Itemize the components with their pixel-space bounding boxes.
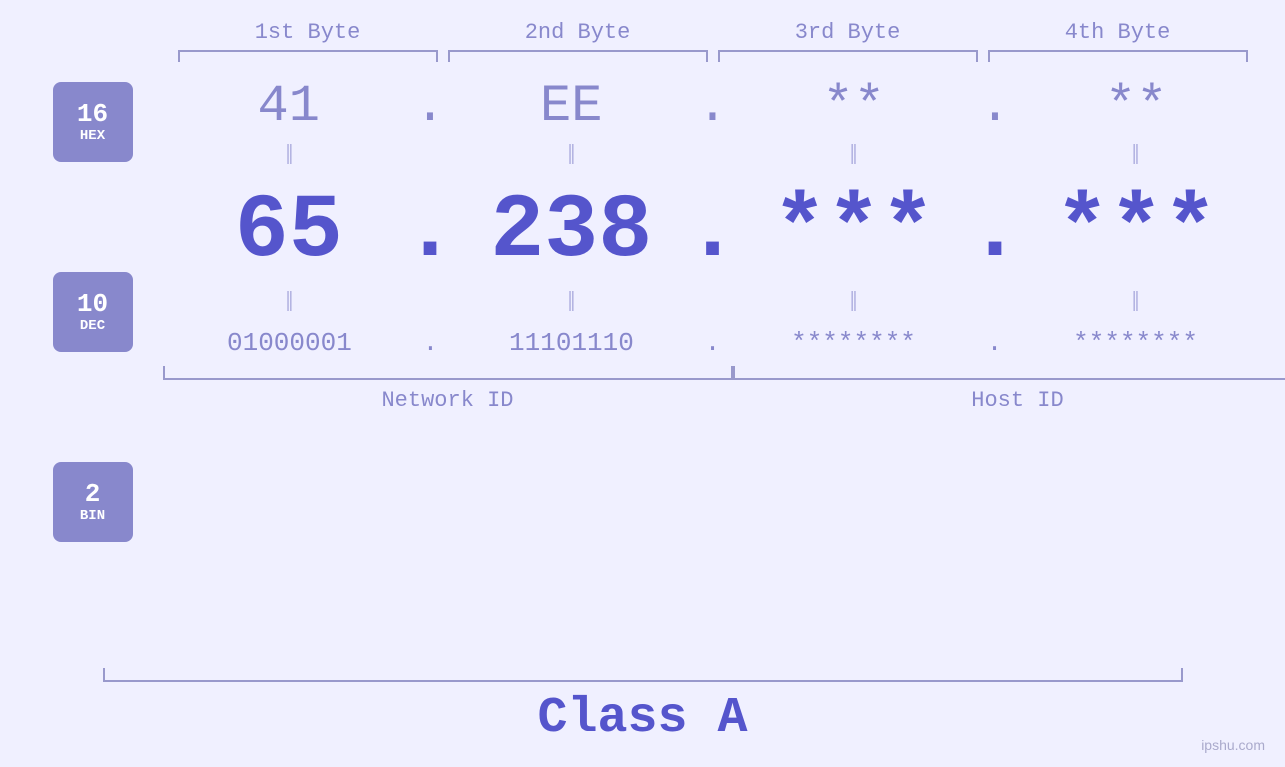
network-id-bracket bbox=[163, 366, 733, 380]
hex-val1: 41 bbox=[258, 77, 320, 136]
hex-badge-number: 16 bbox=[77, 100, 108, 129]
bracket-byte3 bbox=[713, 50, 983, 62]
dec-cell-4: *** bbox=[1010, 181, 1263, 283]
bracket-byte1 bbox=[173, 50, 443, 62]
byte-headers-row: 1st Byte 2nd Byte 3rd Byte 4th Byte bbox=[0, 0, 1285, 45]
hex-values-row: 41 . EE . ** . ** bbox=[163, 77, 1263, 136]
dec-cell-3: *** bbox=[728, 181, 981, 283]
bin-badge-number: 2 bbox=[85, 480, 101, 509]
hex-cell-3: ** bbox=[728, 77, 981, 136]
hex-badge: 16 HEX bbox=[53, 82, 133, 162]
bottom-brackets: Network ID Host ID bbox=[163, 366, 1263, 413]
values-grid: 41 . EE . ** . ** bbox=[163, 72, 1263, 542]
bin-badge-label: BIN bbox=[80, 508, 105, 524]
byte3-header: 3rd Byte bbox=[713, 20, 983, 45]
hex-val4: ** bbox=[1105, 77, 1167, 136]
dec-badge: 10 DEC bbox=[53, 272, 133, 352]
equals-row-2: ‖ ‖ ‖ ‖ bbox=[163, 283, 1263, 323]
dec-val1: 65 bbox=[235, 181, 343, 283]
class-bracket bbox=[103, 668, 1183, 682]
bin-val1: 01000001 bbox=[227, 328, 352, 358]
host-id-label: Host ID bbox=[971, 388, 1063, 413]
top-brackets-row bbox=[0, 50, 1285, 62]
dec-val3: *** bbox=[773, 181, 935, 283]
dec-badge-number: 10 bbox=[77, 290, 108, 319]
dec-dot-1: . bbox=[415, 181, 445, 283]
dec-values-row: 65 . 238 . *** . *** bbox=[163, 181, 1263, 283]
class-section: Class A bbox=[0, 668, 1285, 747]
byte2-header: 2nd Byte bbox=[443, 20, 713, 45]
host-id-bracket bbox=[733, 366, 1285, 380]
host-id-section: Host ID bbox=[733, 366, 1285, 413]
watermark-text: ipshu.com bbox=[1201, 737, 1265, 753]
bin-val4: ******** bbox=[1073, 328, 1198, 358]
hex-val3: ** bbox=[823, 77, 885, 136]
equals-row-1: ‖ ‖ ‖ ‖ bbox=[163, 136, 1263, 176]
byte4-header: 4th Byte bbox=[983, 20, 1253, 45]
hex-dot-1: . bbox=[415, 77, 445, 136]
network-id-section: Network ID bbox=[163, 366, 733, 413]
dec-cell-2: 238 bbox=[445, 181, 698, 283]
bin-cell-2: 11101110 bbox=[445, 328, 699, 358]
bin-values-row: 01000001 . 11101110 . ******** . bbox=[163, 328, 1263, 358]
class-label: Class A bbox=[537, 690, 747, 747]
hex-dot-3: . bbox=[980, 77, 1010, 136]
bin-dot-2: . bbox=[698, 328, 726, 358]
bracket-byte4 bbox=[983, 50, 1253, 62]
bin-cell-3: ******** bbox=[727, 328, 981, 358]
main-container: 1st Byte 2nd Byte 3rd Byte 4th Byte 16 H… bbox=[0, 0, 1285, 767]
bin-val3: ******** bbox=[791, 328, 916, 358]
hex-dot-2: . bbox=[698, 77, 728, 136]
hex-val2: EE bbox=[540, 77, 602, 136]
badges-column: 16 HEX 10 DEC 2 BIN bbox=[23, 72, 163, 542]
dec-dot-2: . bbox=[698, 181, 728, 283]
dec-val2: 238 bbox=[490, 181, 652, 283]
byte1-header: 1st Byte bbox=[173, 20, 443, 45]
bin-dot-1: . bbox=[416, 328, 444, 358]
network-id-label: Network ID bbox=[381, 388, 513, 413]
dec-cell-1: 65 bbox=[163, 181, 416, 283]
bin-val2: 11101110 bbox=[509, 328, 634, 358]
dec-dot-3: . bbox=[980, 181, 1010, 283]
bin-badge: 2 BIN bbox=[53, 462, 133, 542]
hex-cell-1: 41 bbox=[163, 77, 416, 136]
watermark: ipshu.com bbox=[1201, 737, 1265, 755]
bin-cell-1: 01000001 bbox=[163, 328, 417, 358]
bin-cell-4: ******** bbox=[1009, 328, 1263, 358]
dec-val4: *** bbox=[1055, 181, 1217, 283]
hex-badge-label: HEX bbox=[80, 128, 105, 144]
bracket-byte2 bbox=[443, 50, 713, 62]
hex-cell-2: EE bbox=[445, 77, 698, 136]
dec-badge-label: DEC bbox=[80, 318, 105, 334]
bin-dot-3: . bbox=[980, 328, 1008, 358]
hex-cell-4: ** bbox=[1010, 77, 1263, 136]
